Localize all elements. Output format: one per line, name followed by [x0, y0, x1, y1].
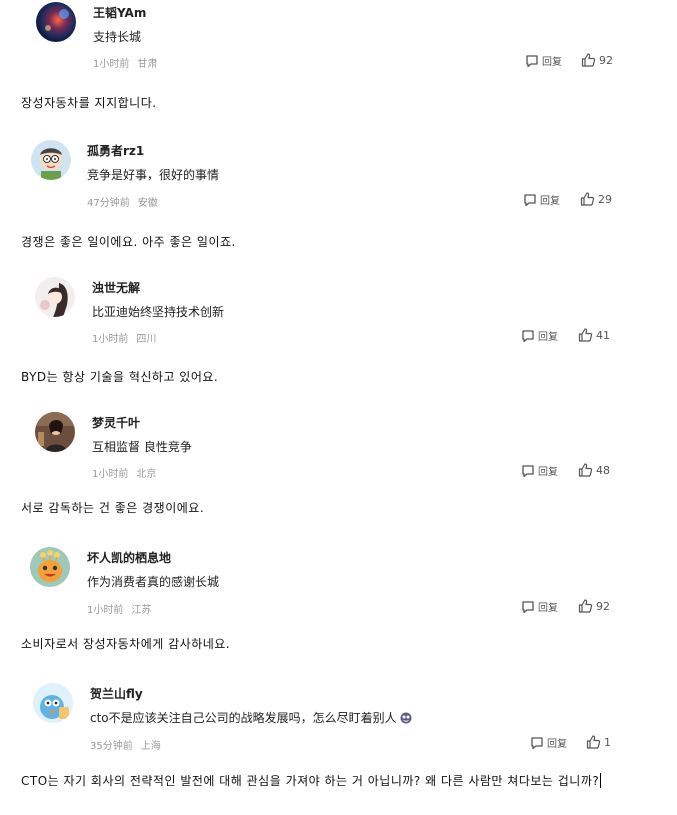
comment-bubble-icon — [521, 464, 535, 478]
reply-button[interactable]: 回复 — [530, 735, 567, 750]
comment-username[interactable]: 梦灵千叶 — [92, 414, 140, 431]
reply-button[interactable]: 回复 — [523, 192, 560, 207]
reply-label: 回复 — [542, 57, 562, 68]
thumbs-up-icon — [581, 53, 596, 67]
photo-portrait-avatar-icon[interactable] — [35, 412, 75, 452]
comment-time: 35分钟前 — [90, 741, 133, 752]
like-button[interactable]: 92 — [581, 53, 613, 67]
comment-time: 1小时前 — [92, 469, 129, 480]
sketch-portrait-avatar-icon[interactable] — [35, 277, 75, 317]
comment-text: 互相监督 良性竞争 — [92, 440, 192, 454]
comment-meta: 1小时前 北京 — [92, 465, 156, 480]
comment-username[interactable]: 王韬YAm — [93, 4, 146, 21]
translation-text-content: CTO는 자기 회사의 전략적인 발전에 대해 관심을 가져야 하는 거 아닙니… — [21, 774, 600, 788]
like-count: 92 — [599, 53, 613, 67]
comment-username[interactable]: 浊世无解 — [92, 279, 140, 296]
reply-button[interactable]: 回复 — [521, 328, 558, 343]
like-count: 29 — [598, 192, 612, 206]
cartoon-kid-avatar-icon[interactable] — [31, 140, 71, 180]
comment-text: 比亚迪始终坚持技术创新 — [92, 305, 225, 319]
comment-meta: 1小时前 四川 — [92, 330, 156, 345]
monster-avatar-icon[interactable] — [30, 547, 70, 587]
reply-label: 回复 — [538, 603, 558, 614]
comment-bubble-icon — [530, 736, 544, 750]
comment-username[interactable]: 贺兰山fly — [90, 685, 143, 702]
like-button[interactable]: 41 — [578, 328, 610, 342]
comment-location: 甘肃 — [137, 59, 158, 70]
comment-text: cto不是应该关注自己公司的战略发展吗，怎么尽盯着别人 — [90, 709, 412, 726]
reply-button[interactable]: 回复 — [521, 599, 558, 614]
thumbs-up-icon — [578, 328, 593, 342]
like-button[interactable]: 1 — [586, 735, 611, 749]
translation-text: 소비자로서 장성자동차에게 감사하네요. — [21, 637, 231, 651]
translation-text: 경쟁은 좋은 일이에요. 아주 좋은 일이죠. — [21, 235, 236, 249]
comment-bubble-icon — [521, 329, 535, 343]
translation-text[interactable]: CTO는 자기 회사의 전략적인 발전에 대해 관심을 가져야 하는 거 아닙니… — [21, 769, 631, 793]
comment-meta: 47分钟前 安徽 — [87, 194, 158, 209]
comment-text: 作为消费者真的感谢长城 — [87, 575, 220, 589]
reply-label: 回复 — [538, 332, 558, 343]
reply-label: 回复 — [547, 739, 567, 750]
reply-button[interactable]: 回复 — [521, 463, 558, 478]
comment-username[interactable]: 孤勇者rz1 — [87, 142, 144, 159]
thumbs-up-icon — [586, 735, 601, 749]
reply-label: 回复 — [538, 467, 558, 478]
like-count: 41 — [596, 328, 610, 342]
comment-text: 支持长城 — [93, 30, 142, 44]
comment-location: 安徽 — [137, 198, 158, 209]
emoji-icon — [400, 712, 412, 724]
galaxy-avatar-icon[interactable] — [36, 2, 76, 42]
like-count: 48 — [596, 463, 610, 477]
reply-button[interactable]: 回复 — [525, 53, 562, 68]
comment-bubble-icon — [523, 193, 537, 207]
translation-text: BYD는 항상 기술을 혁신하고 있어요. — [21, 370, 219, 384]
thumbs-up-icon — [578, 599, 593, 613]
text-cursor — [600, 773, 602, 788]
reply-label: 回复 — [540, 196, 560, 207]
thumbs-up-icon — [578, 463, 593, 477]
comment-time: 47分钟前 — [87, 198, 130, 209]
like-count: 92 — [596, 599, 610, 613]
comment-bubble-icon — [521, 600, 535, 614]
thumbs-up-icon — [580, 192, 595, 206]
translation-text: 서로 감독하는 건 좋은 경쟁이에요. — [21, 501, 205, 515]
like-count: 1 — [604, 735, 611, 749]
comment-bubble-icon — [525, 54, 539, 68]
comment-meta: 1小时前 江苏 — [87, 601, 151, 616]
comment-time: 1小时前 — [93, 59, 130, 70]
comment-location: 北京 — [136, 469, 157, 480]
like-button[interactable]: 92 — [578, 599, 610, 613]
like-button[interactable]: 48 — [578, 463, 610, 477]
comment-text-content: cto不是应该关注自己公司的战略发展吗，怎么尽盯着别人 — [90, 711, 397, 725]
comment-username[interactable]: 坏人凯的栖息地 — [87, 549, 171, 566]
comment-location: 四川 — [136, 334, 157, 345]
like-button[interactable]: 29 — [580, 192, 612, 206]
comment-text: 竞争是好事，很好的事情 — [87, 168, 220, 182]
comment-time: 1小时前 — [87, 605, 124, 616]
comment-location: 江苏 — [131, 605, 152, 616]
comment-time: 1小时前 — [92, 334, 129, 345]
translation-text: 장성자동차를 지지합니다. — [21, 96, 157, 110]
comment-location: 上海 — [140, 741, 161, 752]
comment-meta: 1小时前 甘肃 — [93, 55, 157, 70]
blue-cartoon-avatar-icon[interactable] — [33, 683, 73, 723]
comment-meta: 35分钟前 上海 — [90, 737, 161, 752]
